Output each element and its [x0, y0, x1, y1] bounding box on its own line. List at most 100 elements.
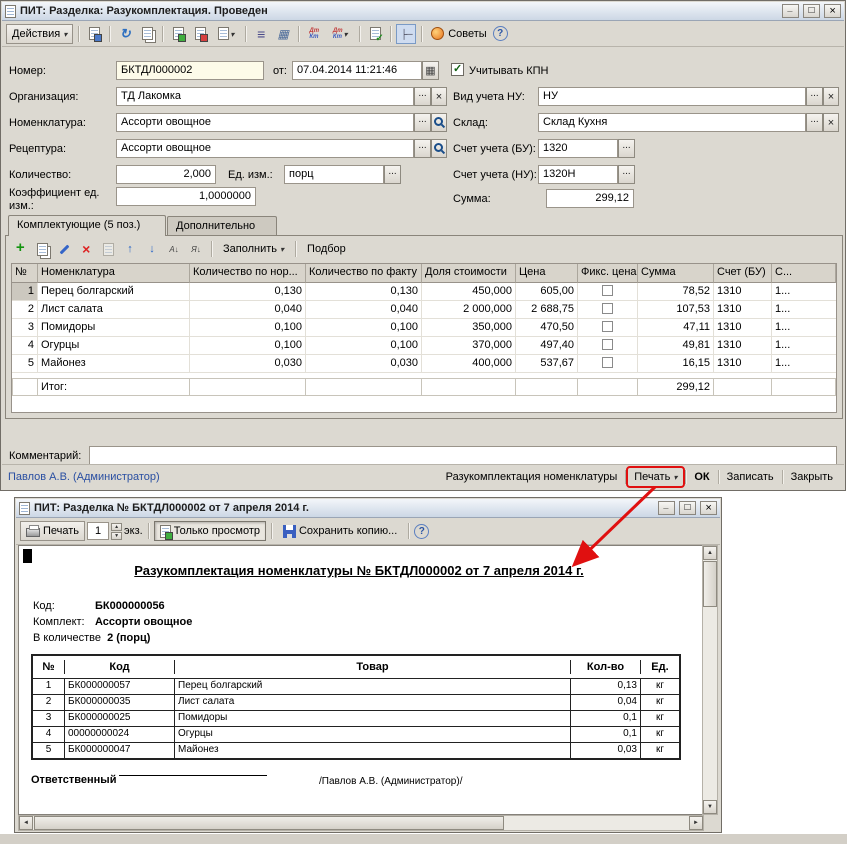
minimize-button[interactable] [658, 501, 675, 515]
fixed-price-checkbox[interactable] [602, 357, 613, 368]
row-number-cell[interactable]: 5 [12, 355, 38, 373]
accounting-select-button[interactable] [806, 87, 823, 106]
vertical-scrollbar[interactable] [702, 545, 718, 815]
print-dropdown-button[interactable] [212, 24, 240, 44]
row-number-cell[interactable]: 3 [12, 319, 38, 337]
table-row[interactable]: 3 Помидоры 0,100 0,100 350,000 470,50 47… [12, 319, 836, 337]
tab-additional[interactable]: Дополнительно [167, 216, 277, 236]
table-row[interactable]: 4 Огурцы 0,100 0,100 370,000 497,40 49,8… [12, 337, 836, 355]
document-viewport[interactable]: Разукомплектация номенклатуры № БКТДЛ000… [18, 545, 704, 815]
date-field[interactable]: 07.04.2014 11:21:46 [292, 61, 422, 80]
pick-button[interactable]: Подбор [301, 239, 352, 259]
copies-input[interactable]: 1 [87, 522, 109, 540]
col-header-num[interactable]: № [12, 264, 38, 283]
fill-button[interactable]: Заполнить [217, 239, 290, 259]
print-button[interactable]: Печать [20, 521, 85, 541]
row-number-cell[interactable]: 4 [12, 337, 38, 355]
table-row[interactable]: 5 Майонез 0,030 0,030 400,000 537,67 16,… [12, 355, 836, 373]
sum-field[interactable]: 299,12 [546, 189, 634, 208]
maximize-button[interactable] [679, 501, 696, 515]
structure-button[interactable] [396, 24, 416, 44]
table-row[interactable]: 1 Перец болгарский 0,130 0,130 450,000 6… [12, 283, 836, 301]
minimize-button[interactable] [782, 4, 799, 18]
warehouse-field[interactable]: Склад Кухня [538, 113, 806, 132]
vertical-scroll-thumb[interactable] [703, 561, 717, 607]
fixed-price-checkbox[interactable] [602, 303, 613, 314]
unit-field[interactable]: порц [284, 165, 384, 184]
organization-select-button[interactable] [414, 87, 431, 106]
sort-asc-button[interactable] [164, 239, 184, 259]
col-header-qty-norm[interactable]: Количество по нор... [190, 264, 306, 283]
sort-desc-button[interactable] [186, 239, 206, 259]
actions-button[interactable]: Действия [6, 24, 73, 44]
close-button[interactable] [700, 501, 717, 515]
movements-button[interactable] [251, 24, 271, 44]
accounting-type-field[interactable]: НУ [538, 87, 806, 106]
view-only-toggle[interactable]: Только просмотр [154, 521, 266, 541]
horizontal-scroll-thumb[interactable] [34, 816, 504, 830]
stepper-down-button[interactable] [111, 532, 122, 540]
edit-row-button[interactable] [54, 239, 74, 259]
user-link[interactable]: Павлов А.В. (Администратор) [8, 471, 160, 483]
dtkt-button[interactable] [304, 24, 324, 44]
horizontal-scrollbar[interactable] [18, 815, 704, 831]
tips-button[interactable]: Советы [427, 24, 490, 44]
doc-action-button[interactable]: Разукомплектация номенклатуры [441, 469, 623, 485]
comment-field[interactable] [89, 446, 837, 465]
fixed-price-checkbox[interactable] [602, 321, 613, 332]
stepper-up-button[interactable] [111, 523, 122, 531]
post-document-button[interactable] [168, 24, 188, 44]
warehouse-select-button[interactable] [806, 113, 823, 132]
col-header-sum[interactable]: Сумма [638, 264, 714, 283]
nomenclature-search-button[interactable] [431, 113, 447, 132]
close-form-button[interactable]: Закрыть [786, 469, 838, 485]
unpost-document-button[interactable] [190, 24, 210, 44]
kpn-checkbox[interactable] [451, 63, 464, 76]
row-number-cell[interactable]: 2 [12, 301, 38, 319]
refresh-button[interactable] [115, 24, 135, 44]
close-button[interactable] [824, 4, 841, 18]
scroll-down-button[interactable] [703, 800, 717, 814]
move-down-button[interactable] [142, 239, 162, 259]
recipe-field[interactable]: Ассорти овощное [116, 139, 414, 158]
table-row[interactable]: 2 Лист салата 0,040 0,040 2 000,000 2 68… [12, 301, 836, 319]
copy-row-button[interactable] [32, 239, 52, 259]
coefficient-field[interactable]: 1,0000000 [116, 187, 256, 206]
row-number-cell[interactable]: 1 [12, 283, 38, 301]
write-button[interactable]: Записать [722, 469, 779, 485]
quantity-field[interactable]: 2,000 [116, 165, 216, 184]
nomenclature-select-button[interactable] [414, 113, 431, 132]
col-header-extra[interactable]: С... [772, 264, 836, 283]
account-nu-field[interactable]: 1320Н [538, 165, 618, 184]
delete-row-button[interactable] [76, 239, 96, 259]
col-header-share[interactable]: Доля стоимости [422, 264, 516, 283]
account-bu-select-button[interactable] [618, 139, 635, 158]
recipe-search-button[interactable] [431, 139, 447, 158]
account-nu-select-button[interactable] [618, 165, 635, 184]
scroll-left-button[interactable] [19, 816, 33, 830]
save-copy-button[interactable]: Сохранить копию... [277, 521, 403, 541]
copy-document-button[interactable] [137, 24, 157, 44]
accounting-clear-button[interactable] [823, 87, 839, 106]
nomenclature-field[interactable]: Ассорти овощное [116, 113, 414, 132]
print-button[interactable]: Печать [629, 469, 682, 485]
save-button[interactable] [84, 24, 104, 44]
col-header-nomenclature[interactable]: Номенклатура [38, 264, 190, 283]
recipe-select-button[interactable] [414, 139, 431, 158]
unit-select-button[interactable] [384, 165, 401, 184]
check-document-button[interactable] [365, 24, 385, 44]
fixed-price-checkbox[interactable] [602, 339, 613, 350]
ok-button[interactable]: ОК [689, 469, 714, 485]
move-up-button[interactable] [120, 239, 140, 259]
maximize-button[interactable] [803, 4, 820, 18]
col-header-price[interactable]: Цена [516, 264, 578, 283]
tab-components[interactable]: Комплектующие (5 поз.) [8, 215, 166, 236]
organization-field[interactable]: ТД Лакомка [116, 87, 414, 106]
scroll-right-button[interactable] [689, 816, 703, 830]
help-icon[interactable] [493, 26, 508, 41]
scroll-up-button[interactable] [703, 546, 717, 560]
calendar-button[interactable] [422, 61, 439, 80]
dtkt-report-button[interactable] [326, 24, 354, 44]
number-field[interactable]: БКТДЛ000002 [116, 61, 264, 80]
account-bu-field[interactable]: 1320 [538, 139, 618, 158]
